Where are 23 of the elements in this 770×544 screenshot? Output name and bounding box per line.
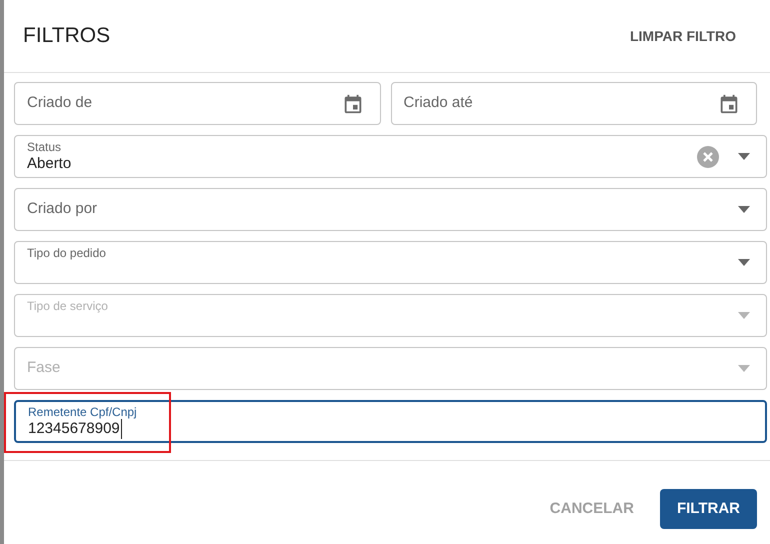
field-value: 12345678909 [28, 419, 122, 439]
filter-button[interactable]: FILTRAR [660, 489, 757, 529]
field-label: Fase [27, 358, 62, 378]
field-label: Tipo de serviço [27, 300, 109, 313]
field-label: Criado até [404, 93, 474, 114]
calendar-icon[interactable] [718, 92, 740, 114]
field-label: Criado de [27, 93, 94, 114]
date-field[interactable]: Criado de [14, 82, 380, 125]
field-label: Tipo do pedido [27, 247, 107, 260]
dropdown-field[interactable]: Tipo do pedido [14, 241, 767, 284]
field-label: Criado por [27, 199, 98, 220]
field-label: Remetente Cpf/Cnpj [28, 406, 138, 419]
dropdown-caret-icon[interactable] [738, 153, 750, 160]
dialog-title: FILTROS [23, 23, 110, 50]
field-label: Status [27, 141, 62, 154]
clear-filter-button[interactable]: LIMPAR FILTRO [622, 22, 744, 50]
field-value: Aberto [27, 154, 72, 174]
dropdown-field[interactable]: Criado por [14, 188, 767, 231]
dropdown-caret-icon[interactable] [738, 259, 750, 266]
dropdown-caret-icon[interactable] [738, 206, 750, 213]
date-field[interactable]: Criado até [390, 82, 757, 125]
input-field[interactable]: Remetente Cpf/Cnpj 12345678909 [14, 400, 767, 443]
dropdown-field[interactable]: Status Aberto [14, 135, 767, 178]
